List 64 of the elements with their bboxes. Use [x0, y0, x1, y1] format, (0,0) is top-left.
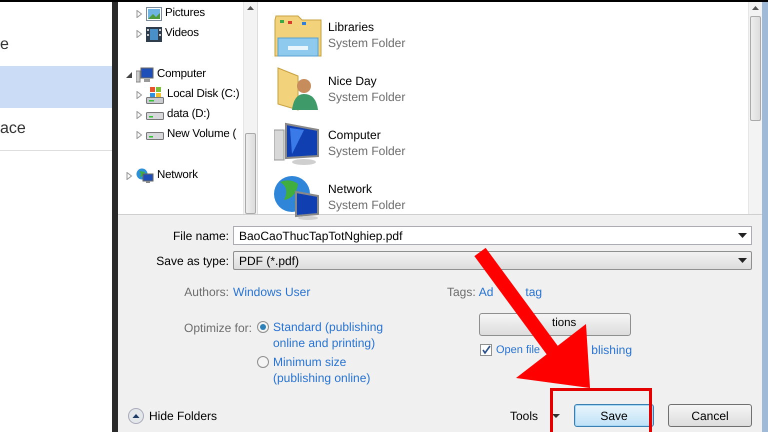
scrollbar[interactable]	[243, 2, 257, 214]
radio-label[interactable]: Standard (publishing online and printing)	[273, 319, 385, 351]
save-button[interactable]: Save	[574, 404, 654, 427]
checkbox-label[interactable]: Open file	[496, 342, 540, 358]
tree-item[interactable]: data (D:)	[167, 106, 210, 124]
collapse-icon	[128, 408, 144, 424]
expander-icon[interactable]	[135, 131, 143, 139]
field-label: Save as type:	[155, 252, 230, 270]
scroll-up-icon[interactable]	[752, 6, 759, 10]
panel-item[interactable]: ace	[0, 117, 26, 141]
computer-icon	[274, 120, 322, 166]
tags-link[interactable]: tag	[525, 283, 542, 301]
tree-item[interactable]: New Volume (	[167, 126, 236, 144]
folder-type: System Folder	[328, 89, 406, 105]
pictures-icon	[146, 7, 162, 21]
expander-icon[interactable]	[125, 172, 133, 180]
radio-button[interactable]	[257, 321, 269, 333]
field-label: Tags:	[447, 284, 476, 301]
tree-item[interactable]: Network	[157, 167, 198, 185]
authors-link[interactable]: Windows User	[233, 283, 310, 301]
checkbox[interactable]	[480, 344, 492, 356]
drive-icon	[146, 130, 164, 140]
film-icon	[146, 26, 162, 42]
folder-type: System Folder	[328, 143, 406, 159]
file-type-dropdown[interactable]: PDF (*.pdf)	[233, 251, 752, 270]
expanded-icon[interactable]	[125, 71, 133, 79]
tree-item[interactable]: Pictures	[165, 5, 205, 23]
folder-name[interactable]: Computer	[328, 127, 406, 143]
dropdown-value: PDF (*.pdf)	[239, 252, 300, 270]
tree-item[interactable]: Local Disk (C:)	[167, 86, 240, 104]
field-label: File name:	[172, 228, 230, 244]
expander-icon[interactable]	[135, 91, 143, 99]
folder-type: System Folder	[328, 197, 406, 213]
check-icon	[481, 345, 491, 355]
expander-icon[interactable]	[135, 10, 143, 18]
folder-name[interactable]: Network	[328, 181, 406, 197]
network-icon	[136, 168, 154, 184]
dropdown-caret-icon[interactable]	[738, 233, 747, 238]
folder-type: System Folder	[328, 35, 406, 51]
expander-icon[interactable]	[135, 111, 143, 119]
folder-name[interactable]: Libraries	[328, 19, 406, 35]
radio-button[interactable]	[257, 356, 269, 368]
cancel-button[interactable]: Cancel	[668, 404, 752, 427]
computer-icon	[136, 67, 154, 83]
dropdown-caret-icon[interactable]	[738, 258, 747, 263]
hide-folders-button[interactable]: Hide Folders	[128, 406, 218, 424]
windows-drive-icon	[146, 86, 164, 104]
tools-button[interactable]: Tools	[510, 406, 560, 424]
expander-icon[interactable]	[135, 30, 143, 38]
scroll-up-icon[interactable]	[247, 6, 254, 10]
checkbox-label[interactable]: blishing	[591, 341, 632, 359]
field-label: Optimize for:	[182, 320, 253, 337]
radio-label[interactable]: Minimum size (publishing online)	[273, 354, 385, 386]
file-name-field[interactable]: BaoCaoThucTapTotNghiep.pdf	[233, 226, 752, 245]
caret-icon	[552, 414, 560, 418]
panel-item[interactable]: e	[0, 33, 9, 57]
tags-link[interactable]: Ad	[478, 283, 494, 301]
field-label: Authors:	[183, 284, 230, 301]
folder-name[interactable]: Nice Day	[328, 73, 406, 89]
scrollbar[interactable]	[748, 2, 762, 214]
drive-icon	[146, 110, 164, 120]
tree-item[interactable]: Videos	[165, 25, 199, 43]
field-value: BaoCaoThucTapTotNghiep.pdf	[239, 228, 402, 244]
tree-item[interactable]: Computer	[157, 66, 206, 84]
